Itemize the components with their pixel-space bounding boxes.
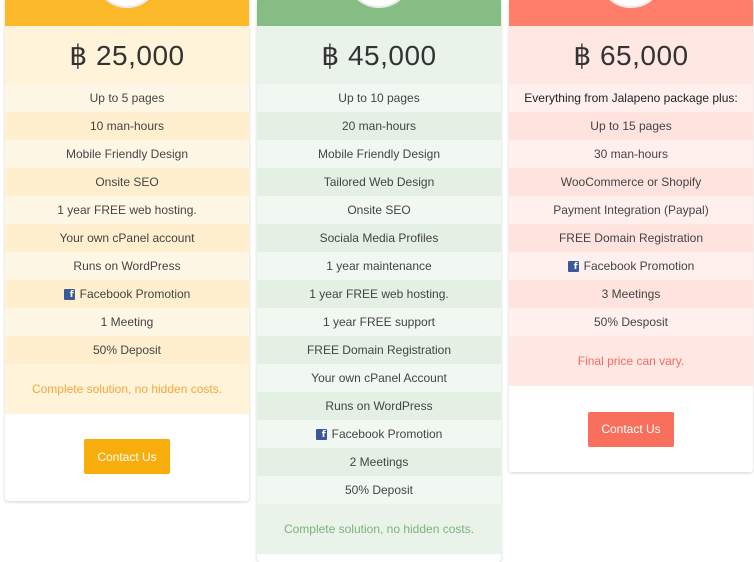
feature-item: 30 man-hours — [509, 140, 753, 168]
feature-item: Up to 10 pages — [257, 84, 501, 112]
feature-item: 50% Deposit — [257, 476, 501, 504]
facebook-icon: f — [63, 288, 75, 300]
feature-item: 20 man-hours — [257, 112, 501, 140]
feature-item: 50% Deposit — [5, 336, 249, 364]
feature-item: 50% Desposit — [509, 308, 753, 336]
feature-item: Mobile Friendly Design — [257, 140, 501, 168]
card-header — [257, 0, 501, 26]
contact-us-button[interactable]: Contact Us — [588, 411, 674, 447]
pricing-card-45000: ฿ 45,000 Up to 10 pages 20 man-hours Mob… — [257, 0, 501, 562]
plan-note: Final price can vary. — [509, 336, 753, 386]
feature-list: Up to 5 pages 10 man-hours Mobile Friend… — [5, 84, 249, 364]
plan-price: ฿ 45,000 — [257, 26, 501, 84]
feature-item: Payment Integration (Paypal) — [509, 196, 753, 224]
feature-item: 1 year FREE web hosting. — [5, 196, 249, 224]
header-circle — [603, 0, 659, 8]
header-circle — [351, 0, 407, 8]
feature-item: Sociala Media Profiles — [257, 224, 501, 252]
feature-item: 1 year FREE web hosting. — [257, 280, 501, 308]
feature-item: Onsite SEO — [5, 168, 249, 196]
pricing-card-25000: ฿ 25,000 Up to 5 pages 10 man-hours Mobi… — [5, 0, 249, 501]
button-area: Contact Us — [5, 414, 249, 499]
feature-label: Facebook Promotion — [79, 287, 191, 301]
feature-item: 1 year maintenance — [257, 252, 501, 280]
feature-item: Mobile Friendly Design — [5, 140, 249, 168]
facebook-icon: f — [567, 260, 579, 272]
plan-price: ฿ 25,000 — [5, 26, 249, 84]
feature-item: 1 year FREE support — [257, 308, 501, 336]
feature-item: 3 Meetings — [509, 280, 753, 308]
plan-note: Complete solution, no hidden costs. — [5, 364, 249, 414]
header-circle — [99, 0, 155, 8]
feature-item: Onsite SEO — [257, 196, 501, 224]
feature-item: 2 Meetings — [257, 448, 501, 476]
card-header — [5, 0, 249, 26]
facebook-icon: f — [315, 428, 327, 440]
feature-item-facebook: f Facebook Promotion — [509, 252, 753, 280]
feature-intro: Everything from Jalapeno package plus: — [509, 84, 753, 112]
feature-item: Your own cPanel account — [5, 224, 249, 252]
feature-item: FREE Domain Registration — [509, 224, 753, 252]
feature-label: Facebook Promotion — [583, 259, 695, 273]
feature-item: FREE Domain Registration — [257, 336, 501, 364]
card-header — [509, 0, 753, 26]
feature-list: Up to 10 pages 20 man-hours Mobile Frien… — [257, 84, 501, 504]
feature-item: Runs on WordPress — [5, 252, 249, 280]
feature-item-facebook: f Facebook Promotion — [5, 280, 249, 308]
feature-item: 10 man-hours — [5, 112, 249, 140]
feature-item: WooCommerce or Shopify — [509, 168, 753, 196]
feature-label: Facebook Promotion — [331, 427, 443, 441]
button-area: Contact Us — [509, 386, 753, 472]
pricing-card-65000: ฿ 65,000 Everything from Jalapeno packag… — [509, 0, 753, 472]
plan-note: Complete solution, no hidden costs. — [257, 504, 501, 554]
feature-item-facebook: f Facebook Promotion — [257, 420, 501, 448]
feature-item: 1 Meeting — [5, 308, 249, 336]
plan-price: ฿ 65,000 — [509, 26, 753, 84]
contact-us-button[interactable]: Contact Us — [84, 439, 170, 474]
feature-item: Runs on WordPress — [257, 392, 501, 420]
feature-item: Up to 5 pages — [5, 84, 249, 112]
feature-item: Your own cPanel Account — [257, 364, 501, 392]
feature-list: Everything from Jalapeno package plus: U… — [509, 84, 753, 336]
feature-item: Up to 15 pages — [509, 112, 753, 140]
feature-item: Tailored Web Design — [257, 168, 501, 196]
